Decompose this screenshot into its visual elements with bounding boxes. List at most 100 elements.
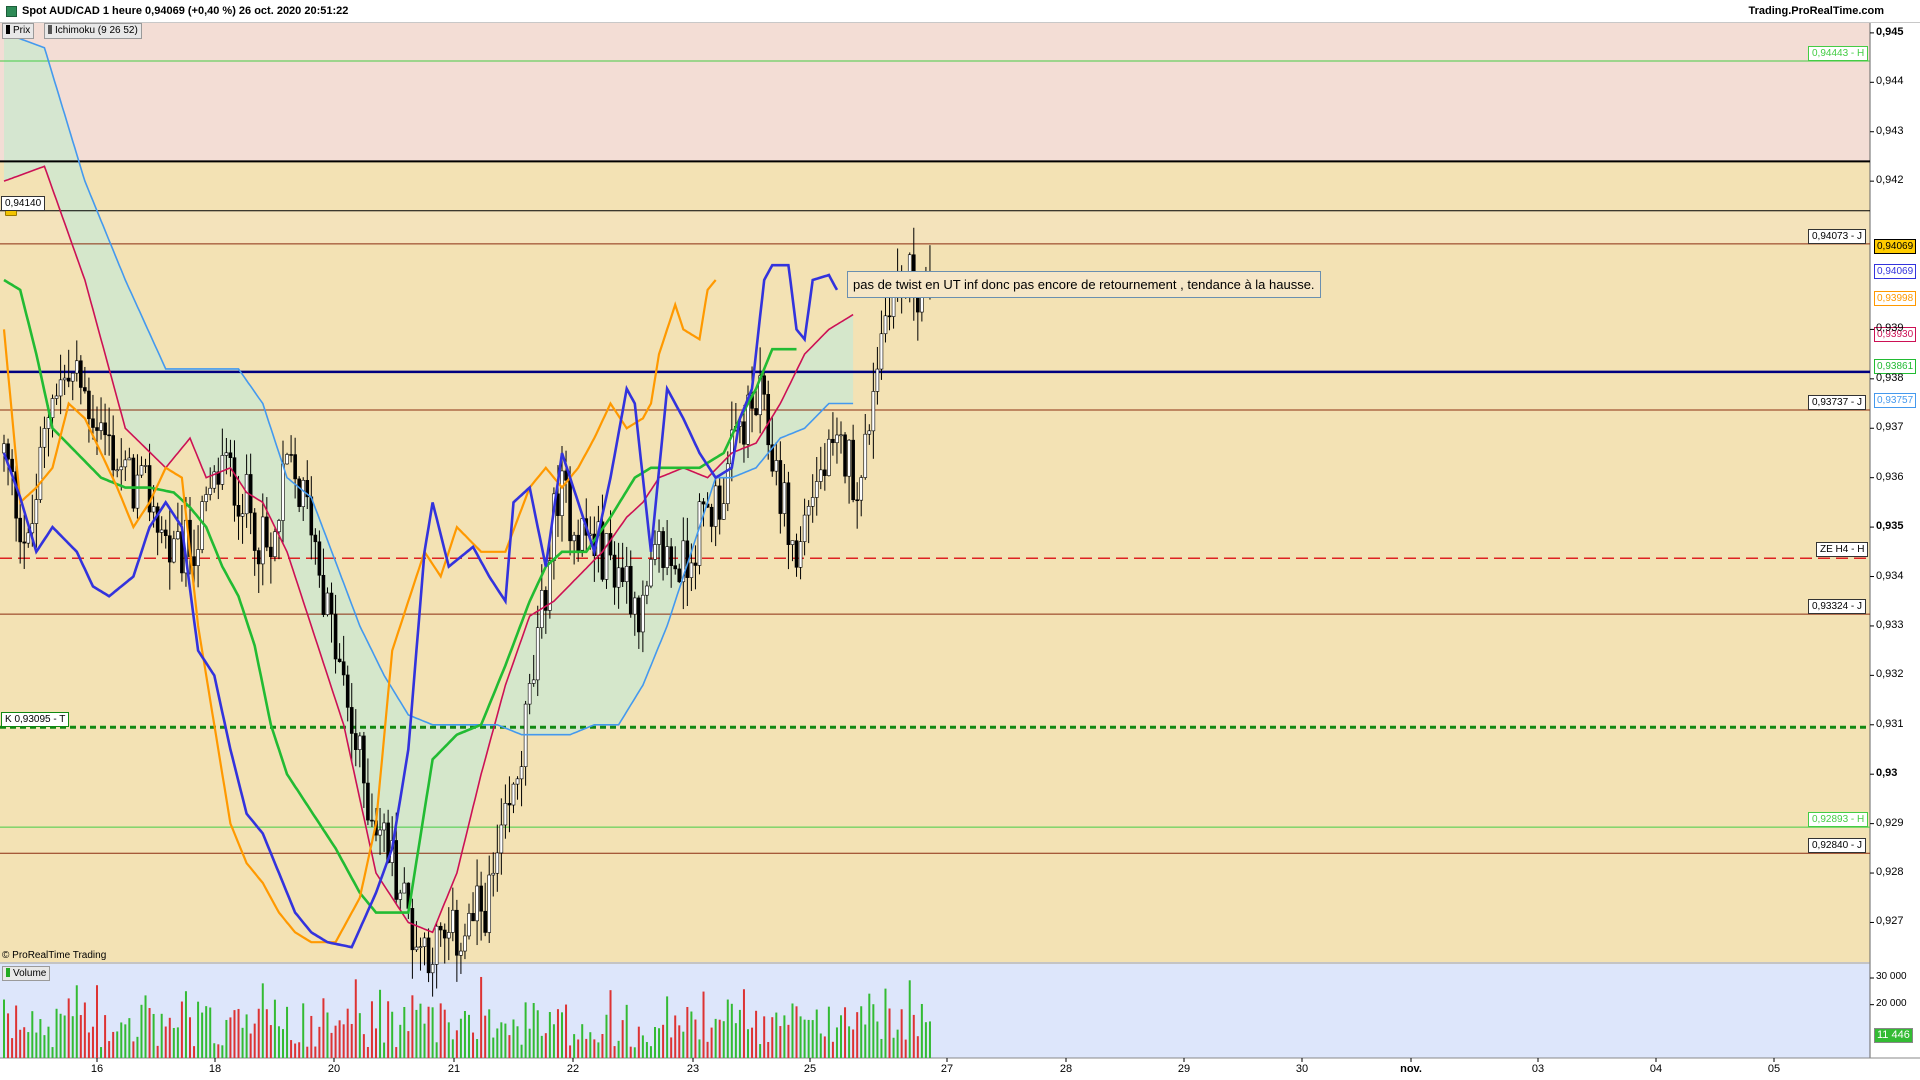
volume-bar: [508, 1035, 511, 1058]
volume-bar: [492, 1037, 495, 1058]
volume-bar: [556, 1009, 559, 1058]
volume-bar: [156, 1045, 159, 1058]
volume-bar: [273, 999, 276, 1058]
volume-bar: [565, 1004, 568, 1058]
time-tick-label: 22: [566, 1063, 580, 1075]
candle-up: [798, 541, 803, 568]
volume-bar: [245, 1014, 248, 1058]
volume-bar: [55, 1008, 58, 1058]
volume-bar: [342, 1024, 345, 1058]
volume-bar: [152, 1013, 155, 1058]
candle-up: [418, 946, 423, 948]
price-tick-label: 0,931: [1876, 717, 1904, 730]
volume-bar: [354, 979, 357, 1058]
legend-price[interactable]: Prix: [2, 23, 35, 39]
candle-down: [366, 782, 370, 821]
volume-bar: [399, 1024, 402, 1058]
candle-up: [515, 778, 520, 785]
legend-volume[interactable]: Volume: [2, 966, 51, 981]
volume-bar: [658, 1028, 661, 1058]
candle-up: [689, 562, 694, 578]
candle-down: [362, 735, 366, 784]
candle-up: [358, 735, 362, 750]
volume-bar: [67, 998, 70, 1058]
level-label[interactable]: 0,94140: [1, 195, 46, 211]
volume-bar: [201, 1012, 204, 1058]
candle-down: [855, 499, 859, 502]
volume-bar: [532, 1003, 535, 1058]
volume-bar: [419, 1003, 422, 1058]
volume-bar: [184, 991, 187, 1058]
volume-bar: [468, 1014, 470, 1058]
volume-bar: [807, 1019, 810, 1058]
volume-bar: [100, 1047, 103, 1058]
volume-bar: [544, 1033, 547, 1058]
volume-bar: [387, 1001, 390, 1058]
level-label[interactable]: 0,92893 - H: [1808, 812, 1869, 828]
volume-bar: [734, 1023, 737, 1058]
level-label[interactable]: ZE H4 - H: [1816, 542, 1869, 558]
volume-bar: [654, 1027, 656, 1058]
volume-bar: [751, 1027, 754, 1058]
legend-ichimoku[interactable]: Ichimoku (9 26 52): [44, 23, 142, 39]
candle-up: [143, 465, 148, 467]
candle-down: [394, 840, 399, 900]
candle-up: [115, 469, 120, 472]
candle-down: [228, 452, 233, 458]
candle-down: [265, 516, 269, 548]
volume-bar: [221, 1045, 224, 1058]
candle-down: [317, 541, 322, 576]
volume-bar: [601, 1034, 604, 1058]
volume-bar: [15, 1005, 18, 1058]
chart-canvas[interactable]: [0, 0, 1920, 1080]
level-label[interactable]: 0,94073 - J: [1808, 228, 1867, 244]
volume-bar: [888, 1008, 891, 1058]
candle-down: [661, 531, 665, 568]
candle-down: [717, 485, 722, 520]
level-label[interactable]: 0,94443 - H: [1808, 46, 1869, 62]
candle-up: [653, 544, 657, 560]
candle-up: [119, 466, 124, 471]
chart-annotation[interactable]: pas de twist en UT inf donc pas encore d…: [847, 271, 1321, 298]
volume-bar: [237, 1008, 240, 1058]
candle-up: [863, 433, 868, 478]
volume-bar: [585, 1038, 588, 1058]
candle-down: [192, 556, 196, 566]
level-label[interactable]: 0,93737 - J: [1808, 394, 1867, 410]
volume-bar: [763, 1016, 766, 1058]
candle-down: [673, 565, 678, 570]
candle-up: [2, 443, 6, 454]
candle-up: [519, 766, 524, 780]
volume-bar: [613, 1046, 616, 1058]
candle-up: [560, 470, 564, 516]
candle-up: [451, 909, 455, 933]
candle-up: [839, 434, 843, 437]
candle-up: [123, 459, 128, 468]
candle-up: [176, 531, 180, 540]
candle-down: [87, 390, 91, 420]
copyright-text: © ProRealTime Trading: [2, 950, 107, 961]
volume-bar: [91, 1026, 94, 1058]
legend-volume-label: Volume: [13, 968, 47, 979]
candle-down: [333, 613, 338, 660]
candle-up: [867, 430, 872, 435]
price-tick-label: 0,938: [1876, 371, 1904, 384]
window-icon[interactable]: [6, 6, 17, 17]
volume-bar: [79, 1015, 82, 1058]
volume-bar: [132, 1041, 135, 1058]
volume-bar: [912, 1014, 915, 1058]
candle-down: [341, 661, 346, 676]
volume-bar: [609, 990, 612, 1058]
brand-text[interactable]: Trading.ProRealTime.com: [1748, 5, 1884, 17]
level-label[interactable]: 0,92840 - J: [1808, 838, 1867, 854]
candle-up: [814, 481, 819, 498]
candle-down: [289, 454, 293, 456]
candle-up: [285, 454, 289, 465]
level-label[interactable]: 0,93324 - J: [1808, 599, 1867, 615]
volume-bar: [213, 1043, 216, 1058]
level-label[interactable]: K 0,93095 - T: [1, 712, 70, 728]
price-tick-label: 0,934: [1876, 569, 1904, 582]
candle-down: [620, 567, 625, 582]
legend-ichimoku-label: Ichimoku (9 26 52): [55, 25, 138, 36]
candle-down: [155, 506, 160, 533]
